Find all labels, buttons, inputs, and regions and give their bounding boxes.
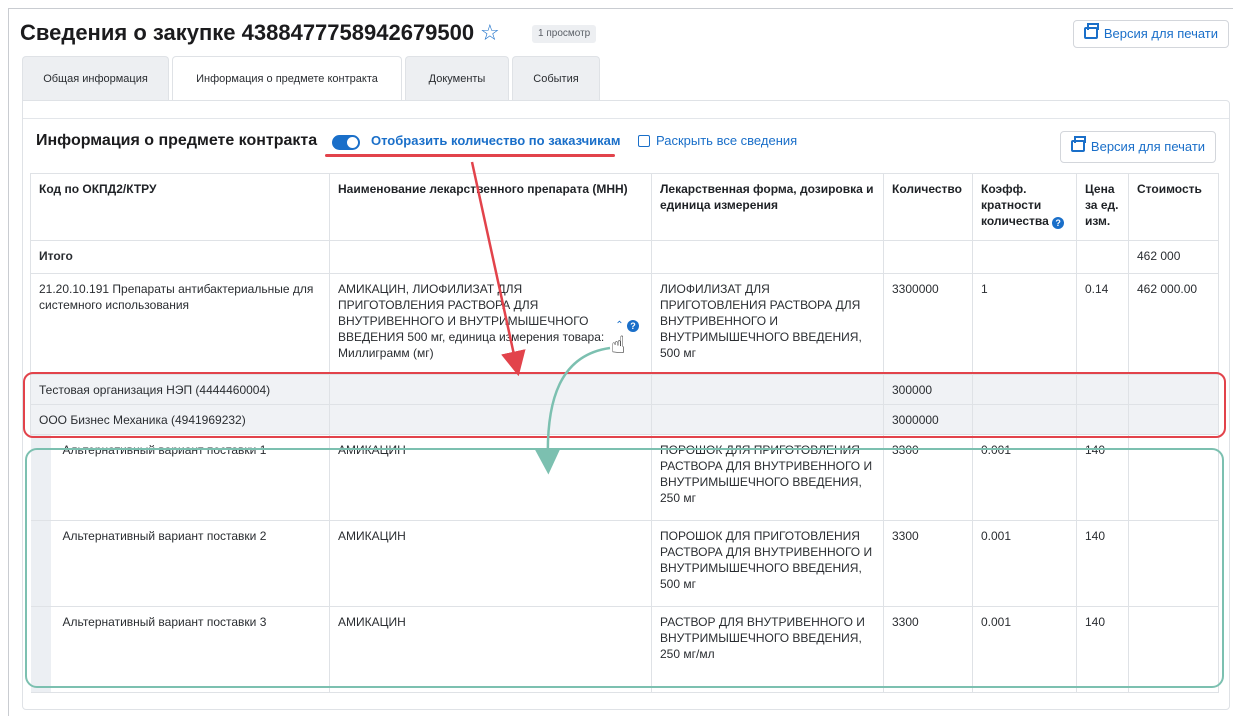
cost: 462 000.00 bbox=[1128, 273, 1219, 375]
annotation-underline bbox=[325, 154, 615, 157]
page-header: Сведения о закупке 4388477758942679500 ☆… bbox=[20, 18, 1233, 52]
unit-price: 0.14 bbox=[1076, 273, 1129, 375]
customer-qty-toggle-label[interactable]: Отобразить количество по заказчикам bbox=[371, 133, 621, 148]
coefficient: 1 bbox=[972, 273, 1077, 375]
expand-all-icon[interactable] bbox=[638, 135, 650, 147]
page-title: Сведения о закупке 4388477758942679500 bbox=[20, 20, 475, 45]
column-header: Лекарственная форма, дозировка и единица… bbox=[651, 173, 884, 241]
section-print-button[interactable]: Версия для печати bbox=[1060, 131, 1216, 163]
tab-events[interactable]: События bbox=[512, 56, 600, 100]
drug-name-cell: АМИКАЦИН, ЛИОФИЛИЗАТ ДЛЯ ПРИГОТОВЛЕНИЯ Р… bbox=[329, 273, 652, 375]
quantity: 3300000 bbox=[883, 273, 973, 375]
column-header: Наименование лекарственного препарата (М… bbox=[329, 173, 652, 241]
hand-pointer-icon: ☝ bbox=[611, 332, 626, 359]
okpd-code: 21.20.10.191 Препараты антибактериальные… bbox=[30, 273, 330, 375]
tab-contract-subject[interactable]: Информация о предмете контракта bbox=[172, 56, 402, 101]
print-version-button[interactable]: Версия для печати bbox=[1072, 20, 1229, 48]
table-header-row: Код по ОКПД2/КТРУ Наименование лекарстве… bbox=[30, 173, 1219, 241]
customer-qty-toggle[interactable] bbox=[332, 135, 360, 150]
favorite-star-icon[interactable]: ☆ bbox=[480, 20, 500, 46]
print-version-label: Версия для печати bbox=[1103, 26, 1218, 41]
section-print-label: Версия для печати bbox=[1090, 139, 1206, 154]
tab-documents[interactable]: Документы bbox=[405, 56, 509, 100]
panel-divider bbox=[23, 101, 1229, 119]
column-header: Количество bbox=[883, 173, 973, 241]
total-cost: 462 000 bbox=[1128, 240, 1219, 274]
total-label: Итого bbox=[30, 240, 330, 274]
alternatives-highlight-box bbox=[25, 448, 1224, 688]
printer-icon bbox=[1083, 23, 1099, 39]
column-header: Код по ОКПД2/КТРУ bbox=[30, 173, 330, 241]
toggle-knob bbox=[347, 137, 358, 148]
printer-icon bbox=[1070, 136, 1086, 152]
tab-general-info[interactable]: Общая информация bbox=[22, 56, 169, 100]
total-row: Итого 462 000 bbox=[30, 240, 1219, 274]
expand-all-link[interactable]: Раскрыть все сведения bbox=[656, 133, 797, 148]
column-header: Стоимость bbox=[1128, 173, 1219, 241]
drug-name: АМИКАЦИН, ЛИОФИЛИЗАТ ДЛЯ ПРИГОТОВЛЕНИЯ Р… bbox=[338, 282, 605, 360]
views-badge: 1 просмотр bbox=[532, 25, 597, 43]
help-icon[interactable]: ? bbox=[1052, 217, 1065, 229]
chevron-up-icon[interactable]: ⌃ bbox=[615, 320, 623, 331]
customers-highlight-box bbox=[23, 372, 1226, 438]
column-header-label: Коэфф. кратности количества bbox=[981, 182, 1049, 228]
section-title: Информация о предмете контракта bbox=[36, 132, 318, 149]
column-header-coef: Коэфф. кратности количества ? bbox=[972, 173, 1077, 241]
column-header: Цена за ед. изм. bbox=[1076, 173, 1129, 241]
dosage-form: ЛИОФИЛИЗАТ ДЛЯ ПРИГОТОВЛЕНИЯ РАСТВОРА ДЛ… bbox=[651, 273, 884, 375]
help-icon[interactable]: ? bbox=[627, 320, 639, 332]
